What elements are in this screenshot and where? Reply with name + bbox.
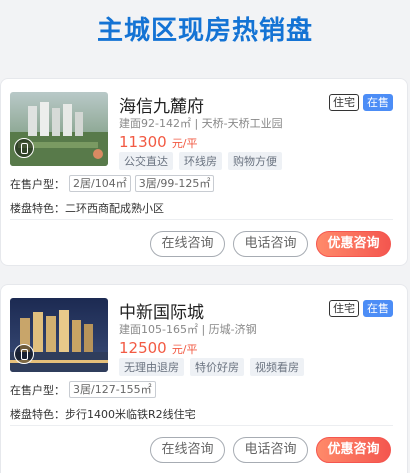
listing-feature: 楼盘特色：二环西商配成熟小区 bbox=[10, 202, 164, 215]
vr-tour-icon[interactable] bbox=[14, 138, 34, 158]
discount-consult-button[interactable]: 优惠咨询 bbox=[316, 437, 391, 463]
listing-actions: 在线咨询 电话咨询 优惠咨询 bbox=[150, 231, 391, 257]
layouts-label: 在售户型： bbox=[10, 177, 65, 191]
tag: 环线房 bbox=[179, 152, 222, 170]
divider bbox=[10, 425, 393, 426]
listing-price: 12500 元/平 bbox=[119, 338, 198, 357]
status-badge: 在售 bbox=[363, 94, 393, 111]
phone-consult-button[interactable]: 电话咨询 bbox=[233, 437, 308, 463]
listing-card[interactable]: 海信九麓府 住宅 在售 建面92-142㎡ | 天桥-天桥工业园 11300 元… bbox=[0, 78, 408, 266]
tag: 购物方便 bbox=[228, 152, 282, 170]
listing-name[interactable]: 中新国际城 bbox=[119, 298, 204, 323]
listing-card[interactable]: 中新国际城 住宅 在售 建面105-165㎡ | 历城-济钢 12500 元/平… bbox=[0, 284, 408, 473]
page-title: 主城区现房热销盘 bbox=[96, 16, 313, 46]
discount-consult-button[interactable]: 优惠咨询 bbox=[316, 231, 391, 257]
status-badge: 在售 bbox=[363, 300, 393, 317]
listing-meta: 建面105-165㎡ | 历城-济钢 bbox=[119, 323, 257, 336]
listing-tags: 公交直达 环线房 购物方便 bbox=[119, 152, 282, 170]
price-value: 12500 bbox=[119, 339, 167, 357]
listing-badges: 住宅 在售 bbox=[329, 94, 393, 111]
type-badge: 住宅 bbox=[329, 300, 359, 317]
listing-feature: 楼盘特色：步行1400米临铁R2线住宅 bbox=[10, 408, 196, 421]
tag: 视频看房 bbox=[250, 358, 304, 376]
layouts-row: 在售户型： 2居/104㎡ 3居/99-125㎡ bbox=[10, 175, 215, 192]
listing-actions: 在线咨询 电话咨询 优惠咨询 bbox=[150, 437, 391, 463]
phone-consult-button[interactable]: 电话咨询 bbox=[233, 231, 308, 257]
layouts-row: 在售户型： 3居/127-155㎡ bbox=[10, 381, 156, 398]
layout-chip[interactable]: 3居/99-125㎡ bbox=[134, 175, 215, 192]
divider bbox=[10, 219, 393, 220]
price-unit: 元/平 bbox=[171, 343, 198, 356]
listing-price: 11300 元/平 bbox=[119, 132, 198, 151]
price-value: 11300 bbox=[119, 133, 167, 151]
listing-name[interactable]: 海信九麓府 bbox=[119, 92, 204, 117]
layouts-label: 在售户型： bbox=[10, 383, 65, 397]
vr-tour-icon[interactable] bbox=[14, 344, 34, 364]
layout-chip[interactable]: 3居/127-155㎡ bbox=[69, 381, 156, 398]
listing-tags: 无理由退房 特价好房 视频看房 bbox=[119, 358, 304, 376]
layout-chip[interactable]: 2居/104㎡ bbox=[69, 175, 131, 192]
type-badge: 住宅 bbox=[329, 94, 359, 111]
listing-badges: 住宅 在售 bbox=[329, 300, 393, 317]
online-consult-button[interactable]: 在线咨询 bbox=[150, 437, 225, 463]
online-consult-button[interactable]: 在线咨询 bbox=[150, 231, 225, 257]
tag: 无理由退房 bbox=[119, 358, 184, 376]
price-unit: 元/平 bbox=[171, 137, 198, 150]
tag: 公交直达 bbox=[119, 152, 173, 170]
tag: 特价好房 bbox=[190, 358, 244, 376]
listing-meta: 建面92-142㎡ | 天桥-天桥工业园 bbox=[119, 117, 283, 130]
